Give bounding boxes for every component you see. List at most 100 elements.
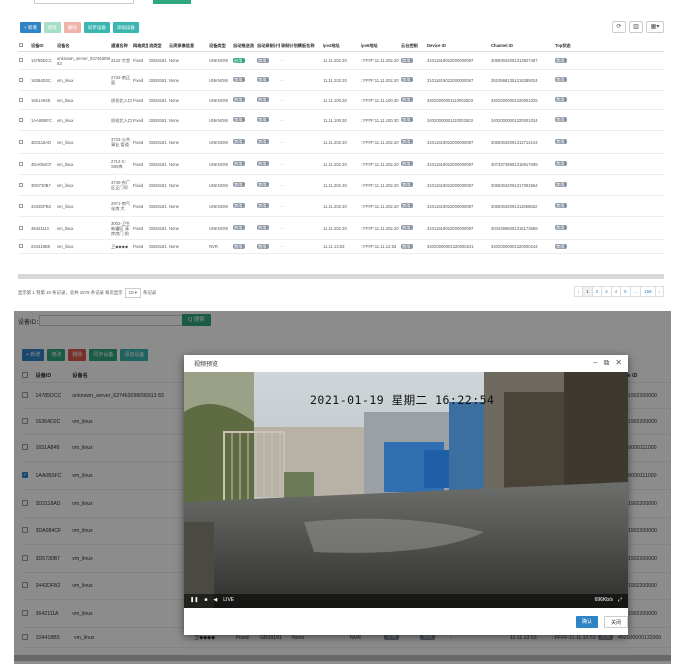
column-header[interactable]: 流类型 <box>148 43 168 49</box>
status-badge[interactable]: 禁用 <box>233 225 246 230</box>
refresh-icon[interactable]: ⟳ <box>612 21 626 33</box>
status-badge[interactable]: 禁用 <box>257 225 270 230</box>
column-header[interactable]: 网络类型 <box>132 43 148 49</box>
status-badge[interactable]: 禁用 <box>257 161 270 166</box>
status-badge[interactable]: 禁用 <box>233 203 246 208</box>
horizontal-scrollbar[interactable] <box>18 274 664 279</box>
status-badge[interactable]: 禁用 <box>233 182 246 187</box>
table-row[interactable]: 3D3118AD vm_linux 3733-公共事业 管道 Fixed GB28181… <box>18 131 664 154</box>
column-header[interactable]: ipv4地址 <box>322 43 360 49</box>
add-button[interactable]: + 新增 <box>20 22 41 33</box>
top-search-input[interactable] <box>34 0 134 4</box>
status-badge[interactable]: 禁用 <box>555 117 568 122</box>
top-search-button[interactable] <box>153 0 191 4</box>
close-button[interactable]: 关闭 <box>604 616 628 628</box>
status-badge[interactable]: 禁用 <box>257 203 270 208</box>
delete-button[interactable]: 删除 <box>63 22 81 33</box>
row-checkbox[interactable] <box>19 182 23 187</box>
row-checkbox[interactable] <box>19 203 23 208</box>
table-row[interactable]: 16364D2C vm_linux 2732-南正面 Fixed GB28181 None… <box>18 70 664 91</box>
column-header[interactable]: 设备名 <box>56 43 110 49</box>
select-all-checkbox[interactable] <box>19 43 23 47</box>
fullscreen-icon[interactable]: ⤢ <box>618 597 622 603</box>
table-row[interactable]: 14785DCC unknown_server_637463098095913 8… <box>18 52 664 70</box>
video-player[interactable]: 2021-01-19 星期二 16:22:54 ❚❚ ■ ◀ LIVE 696K… <box>184 372 628 608</box>
status-badge[interactable]: 禁用 <box>555 97 568 102</box>
status-badge[interactable]: 禁用 <box>257 117 270 122</box>
edit-button[interactable]: 修改 <box>43 22 61 33</box>
column-header[interactable]: Top状态 <box>554 43 572 49</box>
status-badge[interactable]: 禁用 <box>257 57 270 63</box>
maximize-icon[interactable]: ⧉ <box>604 358 610 368</box>
status-badge[interactable]: 禁用 <box>555 243 568 249</box>
column-header[interactable]: 自动录制计划 <box>256 43 280 49</box>
page-button[interactable]: 158 <box>640 286 656 297</box>
table-row[interactable]: 1651A848 vm_linux 质检北入口 Fixed GB28181 None UNK… <box>18 91 664 110</box>
minimize-icon[interactable]: – <box>593 358 597 368</box>
status-badge[interactable]: 禁用 <box>555 182 568 187</box>
status-badge[interactable]: 禁用 <box>233 117 246 122</box>
row-checkbox[interactable] <box>19 58 23 62</box>
table-row[interactable]: 3642111A vm_linux 3002-卫生新罐区 清库房门 前 Fixed GB… <box>18 217 664 240</box>
table-row[interactable]: 3D5730B7 vm_linux 3740-东厂区正门坝 Fixed GB28181 N… <box>18 175 664 196</box>
row-checkbox[interactable] <box>19 161 23 166</box>
status-badge[interactable]: 禁用 <box>401 117 414 122</box>
sync-device-button[interactable]: 同步设备 <box>83 22 110 33</box>
column-header[interactable]: 云台控制 <box>400 43 426 49</box>
status-badge[interactable]: 禁用 <box>257 97 270 102</box>
stop-icon[interactable]: ■ <box>204 597 207 603</box>
status-badge[interactable]: 禁用 <box>233 77 246 82</box>
status-badge[interactable]: 禁用 <box>401 97 414 102</box>
status-badge[interactable]: 禁用 <box>401 77 414 82</box>
status-badge[interactable]: 禁用 <box>233 97 246 102</box>
status-badge[interactable]: 禁用 <box>555 225 568 230</box>
status-badge[interactable]: 禁用 <box>257 77 270 82</box>
status-badge[interactable]: 禁用 <box>401 225 414 230</box>
close-icon[interactable]: ✕ <box>615 358 622 368</box>
status-badge[interactable]: 禁用 <box>555 161 568 166</box>
column-header[interactable]: ipv6地址 <box>360 43 400 49</box>
status-badge[interactable]: 禁用 <box>555 77 568 82</box>
column-header[interactable]: 通道名称 <box>110 43 132 49</box>
status-badge[interactable]: 禁用 <box>401 243 414 249</box>
column-header[interactable]: 云爬录像信息 <box>168 43 208 49</box>
status-badge[interactable]: 启用 <box>233 57 246 63</box>
status-badge[interactable]: 禁用 <box>401 161 414 166</box>
status-badge[interactable]: 禁用 <box>233 243 246 249</box>
columns-icon[interactable]: ▦▾ <box>646 21 664 33</box>
table-row[interactable]: 1AA0B5FC vm_linux 质检北入口 Fixed GB28181 None UNK… <box>18 110 664 131</box>
column-header[interactable]: Device ID <box>426 43 490 48</box>
row-checkbox[interactable] <box>19 77 23 82</box>
column-header[interactable]: 设备ID <box>30 43 56 49</box>
status-badge[interactable]: 禁用 <box>401 57 414 63</box>
confirm-button[interactable]: 确认 <box>576 616 599 628</box>
volume-icon[interactable]: ◀ <box>213 597 217 603</box>
status-badge[interactable]: 禁用 <box>555 57 568 63</box>
column-header[interactable]: 录制计划模板名称 <box>280 43 322 49</box>
pause-icon[interactable]: ❚❚ <box>190 597 198 603</box>
page-size-select[interactable]: 10 ▾ <box>124 288 141 298</box>
status-badge[interactable]: 禁用 <box>257 182 270 187</box>
toggle-view-icon[interactable]: ▥ <box>629 21 643 33</box>
status-badge[interactable]: 禁用 <box>233 161 246 166</box>
row-checkbox[interactable] <box>19 225 23 230</box>
page-button[interactable]: › <box>654 286 664 297</box>
column-header[interactable]: 设备类型 <box>208 43 232 49</box>
row-checkbox[interactable] <box>19 97 23 102</box>
row-checkbox[interactable] <box>19 244 23 248</box>
column-header[interactable]: Channel ID <box>490 43 554 48</box>
status-badge[interactable]: 禁用 <box>257 139 270 144</box>
add-device-button[interactable]: 添加设备 <box>112 22 139 33</box>
table-row[interactable]: 3442DFB2 vm_linux 2971-南气化南 大 Fixed GB28181 N… <box>18 196 664 217</box>
status-badge[interactable]: 禁用 <box>401 139 414 144</box>
row-checkbox[interactable] <box>19 139 23 144</box>
status-badge[interactable]: 禁用 <box>401 203 414 208</box>
column-header[interactable]: 自动推送流 <box>232 43 256 49</box>
status-badge[interactable]: 禁用 <box>555 203 568 208</box>
status-badge[interactable]: 禁用 <box>555 139 568 144</box>
row-checkbox[interactable] <box>19 117 23 122</box>
status-badge[interactable]: 禁用 <box>257 243 270 249</box>
table-row[interactable]: 3DA084CF vm_linux 2712-C-S09库 Fixed GB28181 N… <box>18 154 664 175</box>
status-badge[interactable]: 禁用 <box>401 182 414 187</box>
status-badge[interactable]: 禁用 <box>233 139 246 144</box>
